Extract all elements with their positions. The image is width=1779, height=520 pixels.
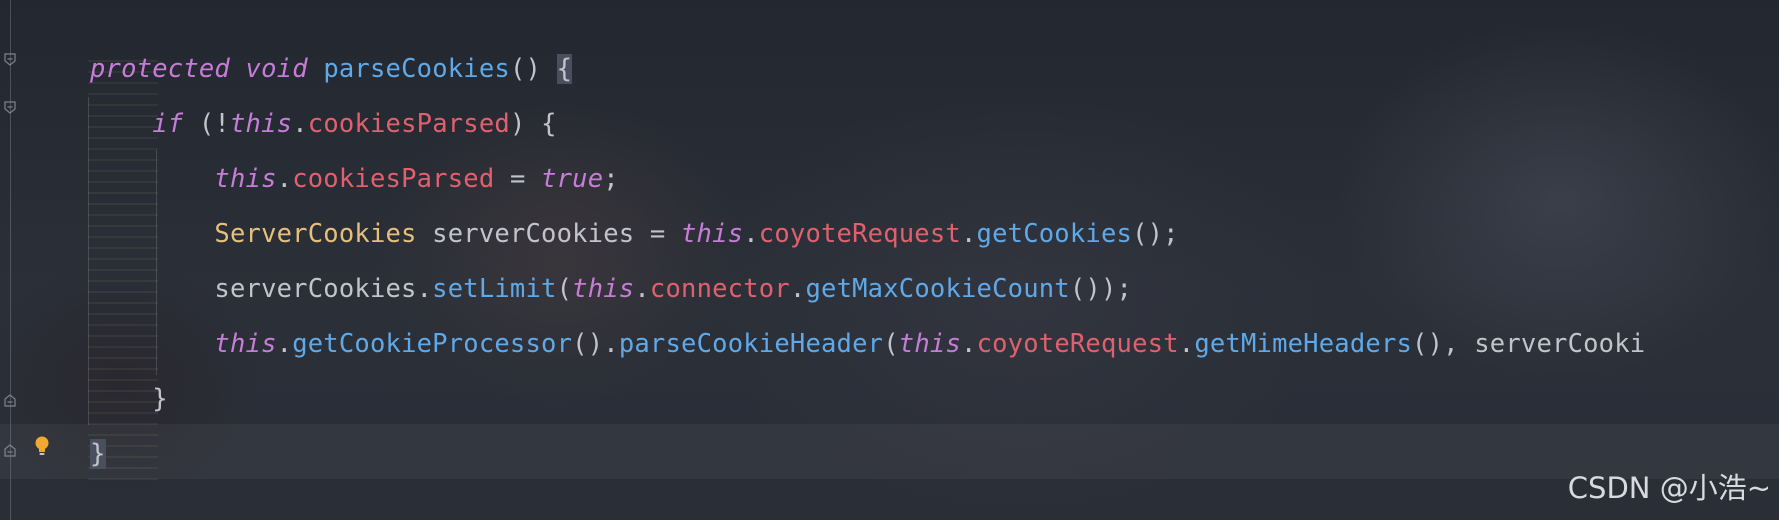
code-token: parseCookieHeader bbox=[618, 329, 884, 359]
code-line[interactable]: ServerCookies serverCookies = this.coyot… bbox=[90, 207, 1779, 262]
code-token: . bbox=[276, 164, 293, 194]
fold-marker-icon[interactable] bbox=[4, 101, 16, 115]
code-token: () bbox=[509, 54, 557, 84]
code-token: serverCookies. bbox=[90, 274, 433, 304]
code-token: this bbox=[230, 109, 293, 139]
code-token: true bbox=[541, 164, 604, 194]
code-editor[interactable]: protected void parseCookies() { if (!thi… bbox=[0, 0, 1779, 520]
code-token: . bbox=[789, 274, 806, 304]
code-token: ServerCookies bbox=[214, 219, 417, 249]
indent-guide bbox=[88, 97, 89, 425]
code-token: . bbox=[1178, 329, 1195, 359]
code-token: this bbox=[572, 274, 635, 304]
code-token: . bbox=[634, 274, 650, 304]
code-token: coyoteRequest bbox=[758, 219, 961, 249]
code-line[interactable]: this.getCookieProcessor().parseCookieHea… bbox=[90, 317, 1779, 372]
code-token: . bbox=[292, 109, 308, 139]
code-token: this bbox=[214, 164, 277, 194]
code-token: { bbox=[556, 54, 573, 84]
code-token: getCookieProcessor bbox=[292, 329, 573, 359]
code-token: cookiesParsed bbox=[292, 164, 495, 194]
fold-end-icon[interactable] bbox=[4, 393, 16, 407]
code-token: getCookies bbox=[976, 219, 1133, 249]
code-token: parseCookies bbox=[323, 54, 510, 84]
code-token: this bbox=[681, 219, 744, 249]
code-token: this bbox=[898, 329, 961, 359]
code-token: getMaxCookieCount bbox=[805, 274, 1070, 304]
code-line[interactable]: protected void parseCookies() { bbox=[90, 42, 1779, 97]
code-token: . bbox=[276, 329, 293, 359]
code-token: } bbox=[90, 439, 106, 469]
code-token: ()); bbox=[1069, 274, 1133, 304]
code-token: } bbox=[90, 384, 168, 414]
code-token: ( bbox=[883, 329, 899, 359]
fold-marker-icon[interactable] bbox=[4, 53, 16, 67]
code-token: coyoteRequest bbox=[976, 329, 1179, 359]
code-line[interactable]: } bbox=[90, 427, 1779, 482]
code-token: void bbox=[245, 54, 308, 84]
code-token: serverCookies = bbox=[416, 219, 681, 249]
code-token: (! bbox=[183, 109, 230, 139]
code-line[interactable]: serverCookies.setLimit(this.connector.ge… bbox=[90, 262, 1779, 317]
code-token: . bbox=[960, 219, 977, 249]
code-token: if bbox=[152, 109, 184, 139]
code-token: getMimeHeaders bbox=[1194, 329, 1413, 359]
code-token: . bbox=[743, 219, 759, 249]
code-token: (); bbox=[1132, 219, 1179, 249]
code-line[interactable]: this.cookiesParsed = true; bbox=[90, 152, 1779, 207]
code-token: . bbox=[961, 329, 977, 359]
code-token: setLimit bbox=[432, 274, 557, 304]
code-token: = bbox=[494, 164, 542, 194]
code-area[interactable]: protected void parseCookies() { if (!thi… bbox=[90, 42, 1779, 482]
code-token: ( bbox=[556, 274, 573, 304]
code-line[interactable]: if (!this.cookiesParsed) { bbox=[90, 97, 1779, 152]
watermark: CSDN @小浩~ bbox=[1567, 471, 1771, 505]
fold-end-icon[interactable] bbox=[4, 443, 16, 457]
lightbulb-icon[interactable] bbox=[34, 435, 50, 457]
code-token: cookiesParsed bbox=[307, 109, 510, 139]
gutter-line bbox=[10, 0, 11, 520]
code-token: (), serverCooki bbox=[1412, 329, 1646, 359]
code-token: (). bbox=[572, 329, 619, 359]
code-token: ) { bbox=[509, 109, 557, 139]
code-token: protected bbox=[90, 54, 230, 84]
code-token: ; bbox=[603, 164, 619, 194]
code-line[interactable]: } bbox=[90, 372, 1779, 427]
code-token: connector bbox=[649, 274, 790, 304]
editor-gutter bbox=[0, 0, 70, 520]
code-token: this bbox=[214, 329, 277, 359]
